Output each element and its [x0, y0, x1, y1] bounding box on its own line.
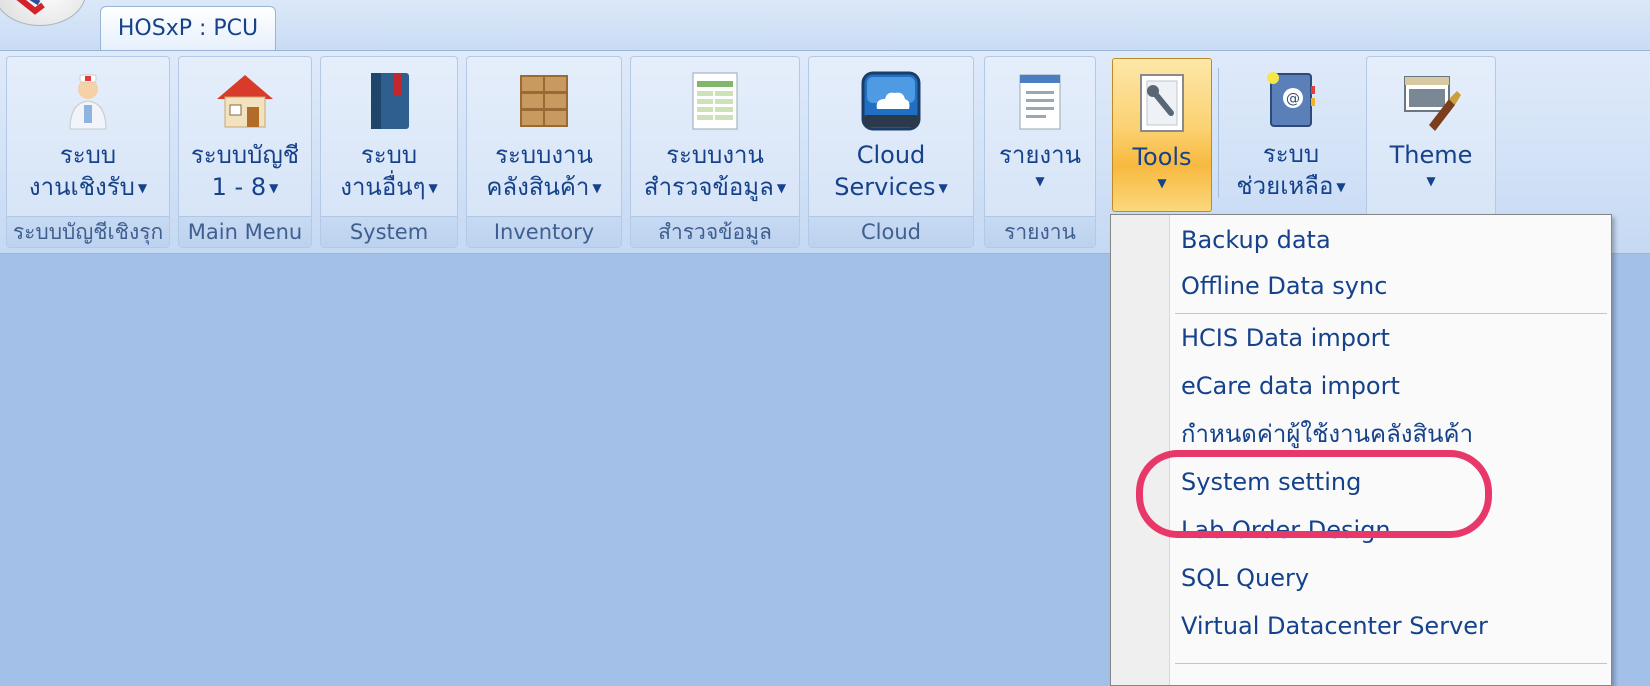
group-label-main-menu: Main Menu — [179, 216, 311, 247]
accounting-1-8-button[interactable]: ระบบบัญชี 1 - 8 ▼ — [179, 57, 311, 217]
house-icon — [217, 75, 273, 128]
boxes-icon — [520, 75, 568, 127]
menu-item-system-setting[interactable]: System setting — [1181, 459, 1607, 505]
menu-separator — [1175, 313, 1607, 314]
chevron-down-icon: ▼ — [269, 181, 279, 195]
accounting-label-1: ระบบบัญชี — [190, 141, 300, 169]
report-icon — [1019, 74, 1061, 130]
group-cloud: Cloud Services ▼ Cloud — [808, 56, 974, 248]
cloud-label-2: Services — [834, 173, 936, 201]
group-label-cloud: Cloud — [809, 216, 973, 247]
reception-system-label-1: ระบบ — [59, 141, 117, 169]
app-orb-button[interactable] — [0, 0, 86, 26]
cloud-label-1: Cloud — [856, 141, 926, 169]
inventory-label-1: ระบบงาน — [495, 141, 593, 169]
menu-item-backup-data[interactable]: Backup data — [1181, 217, 1607, 263]
other-system-button[interactable]: ระบบ งานอื่นๆ ▼ — [321, 57, 457, 217]
help-label-1: ระบบ — [1262, 140, 1320, 168]
menu-item-sql-query[interactable]: SQL Query — [1181, 555, 1607, 601]
group-main-menu: ระบบบัญชี 1 - 8 ▼ Main Menu — [178, 56, 312, 248]
chevron-down-icon: ▼ — [1157, 176, 1167, 190]
other-system-label-2: งานอื่นๆ — [340, 173, 426, 201]
survey-system-button[interactable]: ระบบงาน สำรวจข้อมูล ▼ — [631, 57, 799, 217]
help-label-2: ช่วยเหลือ — [1236, 172, 1334, 200]
chevron-down-icon: ▼ — [592, 181, 602, 195]
cloud-icon — [861, 71, 921, 131]
tab-hosxp-pcu[interactable]: HOSxP : PCU — [100, 6, 276, 50]
chevron-down-icon: ▼ — [1035, 174, 1045, 188]
reports-label: รายงาน — [998, 141, 1082, 169]
group-label-survey: สำรวจข้อมูล — [631, 216, 799, 247]
survey-label-1: ระบบงาน — [666, 141, 764, 169]
cloud-services-button[interactable]: Cloud Services ▼ — [809, 57, 973, 217]
reports-button[interactable]: รายงาน ▼ — [985, 57, 1095, 217]
theme-label: Theme — [1389, 141, 1473, 169]
other-system-label-1: ระบบ — [360, 141, 418, 169]
book-icon — [371, 73, 409, 129]
group-survey: ระบบงาน สำรวจข้อมูล ▼ สำรวจข้อมูล — [630, 56, 800, 248]
chevron-down-icon: ▼ — [1336, 180, 1346, 194]
accounting-label-2: 1 - 8 — [211, 173, 267, 201]
paint-brush-icon — [1404, 76, 1461, 131]
menu-item-ecare-data-import[interactable]: eCare data import — [1181, 363, 1607, 409]
wrench-document-icon — [1140, 74, 1184, 132]
chevron-down-icon: ▼ — [938, 181, 948, 195]
tools-button[interactable]: Tools ▼ — [1112, 58, 1212, 212]
group-label-inventory: Inventory — [467, 216, 621, 247]
chevron-down-icon: ▼ — [776, 181, 787, 195]
menu-item-lab-order-design[interactable]: Lab Order Design — [1181, 507, 1607, 553]
menu-separator — [1175, 663, 1607, 664]
menu-item-hcis-data-import[interactable]: HCIS Data import — [1181, 315, 1607, 361]
theme-button[interactable]: Theme ▼ — [1367, 57, 1495, 217]
menu-item-inventory-user-settings[interactable]: กำหนดค่าผู้ใช้งานคลังสินค้า — [1181, 411, 1607, 457]
help-system-button[interactable]: @ ระบบ ช่วยเหลือ ▼ — [1224, 56, 1358, 216]
menu-icon-gutter — [1111, 215, 1170, 685]
inventory-label-2: คลังสินค้า — [486, 173, 590, 201]
group-label-reports: รายงาน — [985, 216, 1095, 247]
chevron-down-icon: ▼ — [1426, 174, 1436, 188]
group-label-active-accounting: ระบบบัญชีเชิงรุก — [7, 216, 169, 247]
ribbon-separator — [1218, 68, 1219, 198]
group-inventory: ระบบงาน คลังสินค้า ▼ Inventory — [466, 56, 622, 248]
group-active-accounting: ระบบ งานเชิงรับ ▼ ระบบบัญชีเชิงรุก — [6, 56, 170, 248]
reception-system-label-2: งานเชิงรับ — [28, 173, 135, 201]
title-bar: HOSxP : PCU — [0, 0, 1650, 50]
group-reports: รายงาน ▼ รายงาน — [984, 56, 1096, 248]
survey-label-2: สำรวจข้อมูล — [643, 173, 774, 201]
group-label-system: System — [321, 216, 457, 247]
menu-item-virtual-datacenter-server[interactable]: Virtual Datacenter Server — [1181, 603, 1607, 649]
chevron-down-icon: ▼ — [428, 181, 438, 195]
tools-dropdown-menu: Backup data Offline Data sync HCIS Data … — [1110, 214, 1612, 686]
app-logo-icon — [16, 0, 45, 15]
reception-system-button[interactable]: ระบบ งานเชิงรับ ▼ — [7, 57, 169, 217]
tools-label: Tools — [1132, 143, 1192, 171]
inventory-system-button[interactable]: ระบบงาน คลังสินค้า ▼ — [467, 57, 621, 217]
chevron-down-icon: ▼ — [137, 181, 148, 195]
address-book-icon: @ — [1267, 72, 1315, 127]
spreadsheet-icon — [692, 72, 738, 130]
menu-item-offline-data-sync[interactable]: Offline Data sync — [1181, 263, 1607, 309]
nurse-icon — [69, 74, 107, 130]
svg-text:@: @ — [1286, 91, 1300, 107]
group-system: ระบบ งานอื่นๆ ▼ System — [320, 56, 458, 248]
